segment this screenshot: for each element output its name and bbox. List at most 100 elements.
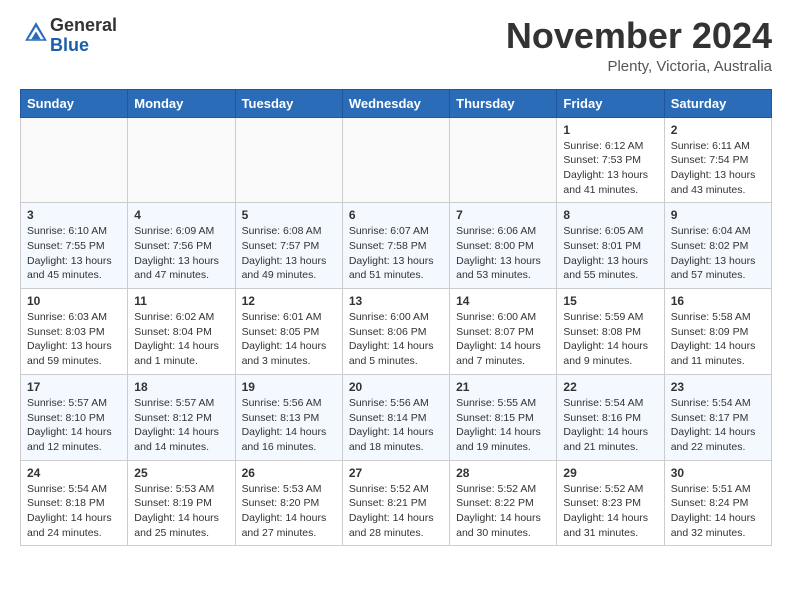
day-number: 7 [456, 208, 550, 222]
day-info: Sunrise: 6:05 AM Sunset: 8:01 PM Dayligh… [563, 224, 657, 283]
day-number: 13 [349, 294, 443, 308]
day-number: 12 [242, 294, 336, 308]
day-info: Sunrise: 6:12 AM Sunset: 7:53 PM Dayligh… [563, 139, 657, 198]
day-info: Sunrise: 5:53 AM Sunset: 8:20 PM Dayligh… [242, 482, 336, 541]
day-info: Sunrise: 6:02 AM Sunset: 8:04 PM Dayligh… [134, 310, 228, 369]
calendar-cell: 5 Sunrise: 6:08 AM Sunset: 7:57 PM Daylig… [235, 203, 342, 289]
calendar-cell: 27Sunrise: 5:52 AM Sunset: 8:21 PM Dayli… [342, 460, 449, 546]
day-number: 27 [349, 466, 443, 480]
week-row-1: 3 Sunrise: 6:10 AM Sunset: 7:55 PM Daylig… [21, 203, 772, 289]
calendar-cell: 13 Sunrise: 6:00 AM Sunset: 8:06 PM Dayli… [342, 289, 449, 375]
day-number: 16 [671, 294, 765, 308]
calendar-cell: 24Sunrise: 5:54 AM Sunset: 8:18 PM Dayli… [21, 460, 128, 546]
day-number: 1 [563, 123, 657, 137]
day-number: 18 [134, 380, 228, 394]
header: General Blue November 2024 Plenty, Victo… [20, 16, 772, 75]
day-number: 17 [27, 380, 121, 394]
day-number: 3 [27, 208, 121, 222]
day-number: 25 [134, 466, 228, 480]
day-number: 4 [134, 208, 228, 222]
day-number: 9 [671, 208, 765, 222]
col-thursday: Thursday [450, 89, 557, 117]
calendar-cell: 7 Sunrise: 6:06 AM Sunset: 8:00 PM Daylig… [450, 203, 557, 289]
day-number: 20 [349, 380, 443, 394]
calendar-body: 1 Sunrise: 6:12 AM Sunset: 7:53 PM Daylig… [21, 117, 772, 546]
calendar-cell: 22 Sunrise: 5:54 AM Sunset: 8:16 PM Dayli… [557, 374, 664, 460]
calendar-table: Sunday Monday Tuesday Wednesday Thursday… [20, 89, 772, 547]
day-number: 22 [563, 380, 657, 394]
col-sunday: Sunday [21, 89, 128, 117]
day-number: 30 [671, 466, 765, 480]
calendar-cell: 9 Sunrise: 6:04 AM Sunset: 8:02 PM Daylig… [664, 203, 771, 289]
week-row-2: 10 Sunrise: 6:03 AM Sunset: 8:03 PM Dayli… [21, 289, 772, 375]
day-info: Sunrise: 5:51 AM Sunset: 8:24 PM Dayligh… [671, 482, 765, 541]
calendar-cell: 12 Sunrise: 6:01 AM Sunset: 8:05 PM Dayli… [235, 289, 342, 375]
week-row-4: 24Sunrise: 5:54 AM Sunset: 8:18 PM Dayli… [21, 460, 772, 546]
day-info: Sunrise: 5:57 AM Sunset: 8:12 PM Dayligh… [134, 396, 228, 455]
calendar-cell: 4 Sunrise: 6:09 AM Sunset: 7:56 PM Daylig… [128, 203, 235, 289]
logo-text: General Blue [50, 16, 117, 56]
day-info: Sunrise: 6:10 AM Sunset: 7:55 PM Dayligh… [27, 224, 121, 283]
calendar-cell: 17Sunrise: 5:57 AM Sunset: 8:10 PM Dayli… [21, 374, 128, 460]
col-saturday: Saturday [664, 89, 771, 117]
week-row-3: 17Sunrise: 5:57 AM Sunset: 8:10 PM Dayli… [21, 374, 772, 460]
day-info: Sunrise: 5:54 AM Sunset: 8:16 PM Dayligh… [563, 396, 657, 455]
col-tuesday: Tuesday [235, 89, 342, 117]
day-info: Sunrise: 5:54 AM Sunset: 8:17 PM Dayligh… [671, 396, 765, 455]
day-info: Sunrise: 6:06 AM Sunset: 8:00 PM Dayligh… [456, 224, 550, 283]
day-number: 19 [242, 380, 336, 394]
day-number: 8 [563, 208, 657, 222]
calendar-cell: 23 Sunrise: 5:54 AM Sunset: 8:17 PM Dayli… [664, 374, 771, 460]
day-info: Sunrise: 6:01 AM Sunset: 8:05 PM Dayligh… [242, 310, 336, 369]
day-info: Sunrise: 5:58 AM Sunset: 8:09 PM Dayligh… [671, 310, 765, 369]
calendar-cell: 21 Sunrise: 5:55 AM Sunset: 8:15 PM Dayli… [450, 374, 557, 460]
day-number: 15 [563, 294, 657, 308]
day-info: Sunrise: 6:11 AM Sunset: 7:54 PM Dayligh… [671, 139, 765, 198]
title-block: November 2024 Plenty, Victoria, Australi… [506, 16, 772, 75]
calendar-cell: 29Sunrise: 5:52 AM Sunset: 8:23 PM Dayli… [557, 460, 664, 546]
day-number: 10 [27, 294, 121, 308]
logo-general: General [50, 15, 117, 35]
location: Plenty, Victoria, Australia [506, 58, 772, 75]
calendar-cell: 18 Sunrise: 5:57 AM Sunset: 8:12 PM Dayli… [128, 374, 235, 460]
day-info: Sunrise: 5:59 AM Sunset: 8:08 PM Dayligh… [563, 310, 657, 369]
calendar-cell: 19Sunrise: 5:56 AM Sunset: 8:13 PM Dayli… [235, 374, 342, 460]
calendar-cell: 20Sunrise: 5:56 AM Sunset: 8:14 PM Dayli… [342, 374, 449, 460]
calendar-cell: 2 Sunrise: 6:11 AM Sunset: 7:54 PM Daylig… [664, 117, 771, 203]
day-number: 2 [671, 123, 765, 137]
month-title: November 2024 [506, 16, 772, 56]
day-info: Sunrise: 6:00 AM Sunset: 8:06 PM Dayligh… [349, 310, 443, 369]
col-monday: Monday [128, 89, 235, 117]
calendar-cell: 30 Sunrise: 5:51 AM Sunset: 8:24 PM Dayli… [664, 460, 771, 546]
day-info: Sunrise: 5:55 AM Sunset: 8:15 PM Dayligh… [456, 396, 550, 455]
calendar-cell: 10 Sunrise: 6:03 AM Sunset: 8:03 PM Dayli… [21, 289, 128, 375]
calendar-header: Sunday Monday Tuesday Wednesday Thursday… [21, 89, 772, 117]
day-info: Sunrise: 6:03 AM Sunset: 8:03 PM Dayligh… [27, 310, 121, 369]
header-row: Sunday Monday Tuesday Wednesday Thursday… [21, 89, 772, 117]
page: General Blue November 2024 Plenty, Victo… [0, 0, 792, 566]
logo-blue: Blue [50, 35, 89, 55]
day-info: Sunrise: 6:07 AM Sunset: 7:58 PM Dayligh… [349, 224, 443, 283]
day-info: Sunrise: 5:52 AM Sunset: 8:23 PM Dayligh… [563, 482, 657, 541]
day-info: Sunrise: 6:08 AM Sunset: 7:57 PM Dayligh… [242, 224, 336, 283]
calendar-cell: 15 Sunrise: 5:59 AM Sunset: 8:08 PM Dayli… [557, 289, 664, 375]
calendar-cell [128, 117, 235, 203]
calendar-cell: 14Sunrise: 6:00 AM Sunset: 8:07 PM Dayli… [450, 289, 557, 375]
calendar-cell [450, 117, 557, 203]
calendar-cell: 11 Sunrise: 6:02 AM Sunset: 8:04 PM Dayli… [128, 289, 235, 375]
calendar-cell: 1 Sunrise: 6:12 AM Sunset: 7:53 PM Daylig… [557, 117, 664, 203]
day-info: Sunrise: 6:04 AM Sunset: 8:02 PM Dayligh… [671, 224, 765, 283]
day-number: 23 [671, 380, 765, 394]
day-info: Sunrise: 5:52 AM Sunset: 8:22 PM Dayligh… [456, 482, 550, 541]
calendar-cell: 26Sunrise: 5:53 AM Sunset: 8:20 PM Dayli… [235, 460, 342, 546]
day-info: Sunrise: 5:54 AM Sunset: 8:18 PM Dayligh… [27, 482, 121, 541]
calendar-cell: 16 Sunrise: 5:58 AM Sunset: 8:09 PM Dayli… [664, 289, 771, 375]
calendar-cell: 6Sunrise: 6:07 AM Sunset: 7:58 PM Daylig… [342, 203, 449, 289]
day-info: Sunrise: 6:09 AM Sunset: 7:56 PM Dayligh… [134, 224, 228, 283]
day-number: 5 [242, 208, 336, 222]
col-wednesday: Wednesday [342, 89, 449, 117]
day-number: 11 [134, 294, 228, 308]
calendar-cell: 28Sunrise: 5:52 AM Sunset: 8:22 PM Dayli… [450, 460, 557, 546]
day-number: 21 [456, 380, 550, 394]
calendar-cell [21, 117, 128, 203]
